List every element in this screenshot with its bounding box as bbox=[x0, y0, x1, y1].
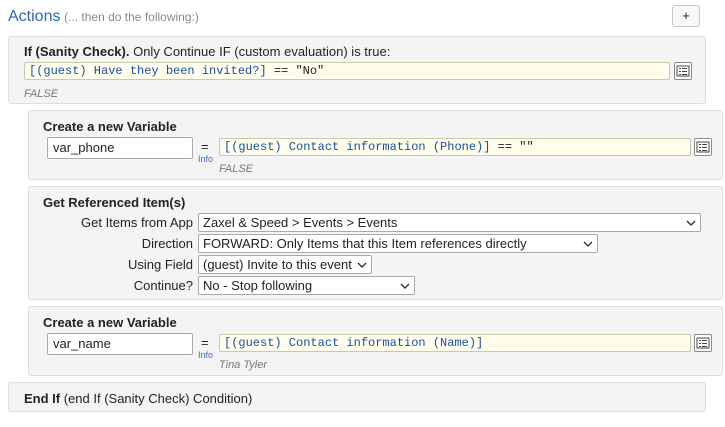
end-if-heading: End If (end If (Sanity Check) Condition) bbox=[24, 391, 252, 406]
chevron-down-icon bbox=[400, 283, 410, 289]
phone-expr-guest-token: [(guest) Contact information (Phone)] bbox=[224, 140, 491, 154]
chevron-down-icon bbox=[583, 241, 593, 247]
chevron-down-icon bbox=[357, 262, 367, 268]
create-variable-title: Create a new Variable bbox=[43, 315, 177, 330]
if-heading: If (Sanity Check). Only Continue IF (cus… bbox=[24, 44, 390, 59]
actions-subtitle: (... then do the following:) bbox=[64, 10, 199, 24]
variable-name-input[interactable]: var_phone bbox=[47, 137, 193, 159]
actions-title: Actions bbox=[8, 8, 61, 25]
get-items-from-app-select[interactable]: Zaxel & Speed > Events > Events bbox=[198, 213, 701, 232]
actions-header: Actions (... then do the following:) bbox=[8, 8, 199, 26]
if-expr-operator: == "No" bbox=[266, 64, 325, 78]
equals-sign: = bbox=[201, 139, 209, 154]
direction-select[interactable]: FORWARD: Only Items that this Item refer… bbox=[198, 234, 598, 253]
continue-value: No - Stop following bbox=[203, 278, 313, 293]
using-field-label: Using Field bbox=[127, 257, 193, 272]
create-variable-name-panel: Create a new Variable var_name = Info [(… bbox=[28, 306, 723, 376]
chevron-down-icon bbox=[686, 220, 696, 226]
info-link[interactable]: Info bbox=[198, 350, 213, 360]
name-expression-field[interactable]: [(guest) Contact information (Name)] bbox=[219, 334, 691, 352]
end-if-panel: End If (end If (Sanity Check) Condition) bbox=[8, 382, 706, 412]
expression-editor-icon[interactable] bbox=[694, 334, 712, 352]
expression-editor-icon[interactable] bbox=[674, 62, 692, 80]
using-field-value: (guest) Invite to this event bbox=[203, 257, 352, 272]
create-variable-title: Create a new Variable bbox=[43, 119, 177, 134]
end-if-description: (end If (Sanity Check) Condition) bbox=[63, 391, 253, 406]
get-items-from-app-value: Zaxel & Speed > Events > Events bbox=[203, 215, 398, 230]
phone-expr-operator: == "" bbox=[490, 140, 534, 154]
expression-editor-icon[interactable] bbox=[694, 138, 712, 156]
name-result: Tina Tyler bbox=[219, 359, 267, 371]
if-description: Only Continue IF (custom evaluation) is … bbox=[133, 44, 391, 59]
create-variable-phone-panel: Create a new Variable var_phone = Info [… bbox=[28, 110, 723, 180]
if-result: FALSE bbox=[24, 88, 59, 100]
direction-label: Direction bbox=[141, 236, 193, 251]
if-expr-guest-token: [(guest) Have they been invited?] bbox=[29, 64, 267, 78]
get-items-from-app-label: Get Items from App bbox=[81, 215, 193, 230]
continue-label: Continue? bbox=[133, 278, 193, 293]
continue-select[interactable]: No - Stop following bbox=[198, 276, 415, 295]
phone-result: FALSE bbox=[219, 163, 254, 175]
add-action-button[interactable]: + bbox=[672, 5, 700, 27]
equals-sign: = bbox=[201, 335, 209, 350]
phone-expression-field[interactable]: [(guest) Contact information (Phone)] ==… bbox=[219, 138, 691, 156]
variable-name-input[interactable]: var_name bbox=[47, 333, 193, 355]
get-referenced-items-title: Get Referenced Item(s) bbox=[43, 195, 186, 210]
end-if-title: End If bbox=[24, 391, 61, 406]
if-sanity-check-panel: If (Sanity Check). Only Continue IF (cus… bbox=[8, 36, 706, 104]
direction-value: FORWARD: Only Items that this Item refer… bbox=[203, 236, 527, 251]
name-expr-guest-token: [(guest) Contact information (Name)] bbox=[224, 336, 484, 350]
info-link[interactable]: Info bbox=[198, 154, 213, 164]
using-field-select[interactable]: (guest) Invite to this event bbox=[198, 255, 372, 274]
if-expression-field[interactable]: [(guest) Have they been invited?] == "No… bbox=[24, 62, 670, 80]
if-title: If (Sanity Check). bbox=[24, 44, 130, 59]
get-referenced-items-panel: Get Referenced Item(s) Get Items from Ap… bbox=[28, 186, 723, 300]
